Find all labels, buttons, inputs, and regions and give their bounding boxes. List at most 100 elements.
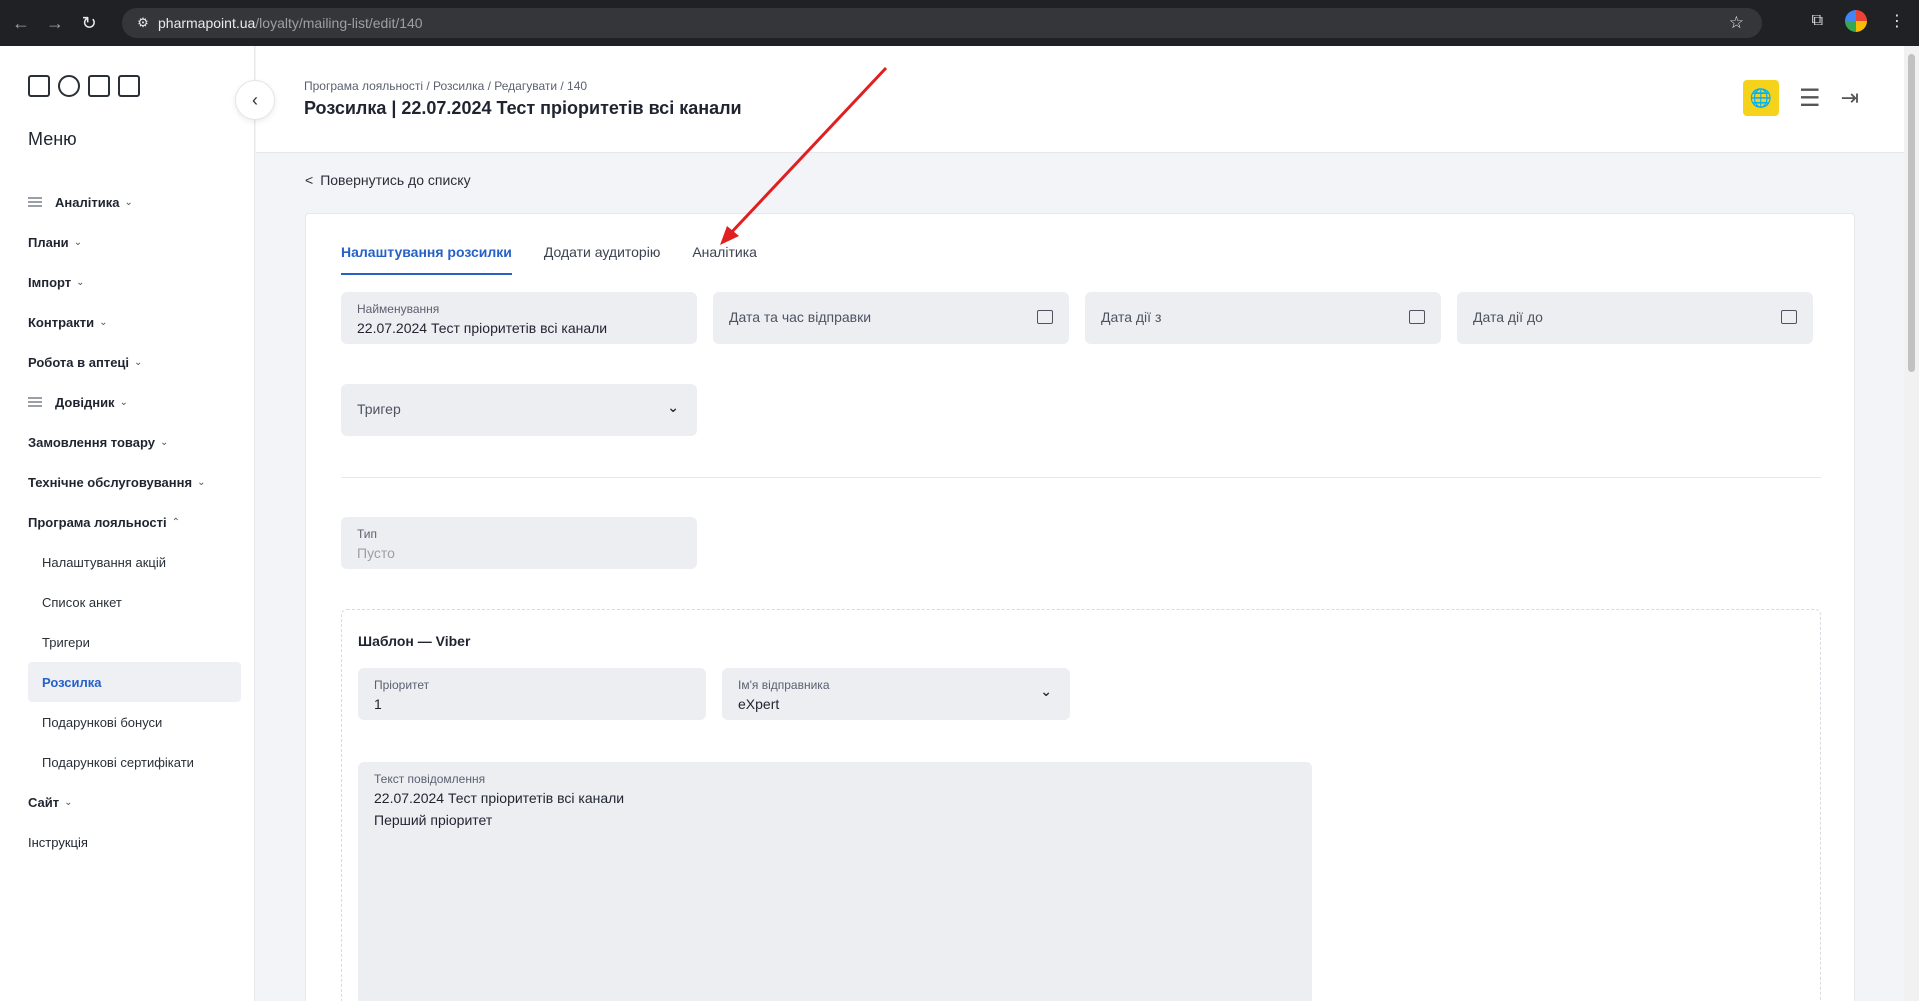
sidebar-item-surveys[interactable]: Список анкет	[0, 582, 255, 622]
tab-mailing-settings[interactable]: Налаштування розсилки	[341, 244, 512, 275]
sidebar-item-gift-certificates[interactable]: Подарункові сертифікати	[0, 742, 255, 782]
name-field-value: 22.07.2024 Тест пріоритетів всі канали	[357, 320, 608, 336]
scrollbar-thumb[interactable]	[1908, 54, 1915, 372]
sidebar-item-label: Програма лояльності	[28, 514, 167, 530]
calendar-icon[interactable]	[1409, 310, 1425, 324]
priority-field[interactable]: Пріоритет 1	[358, 668, 706, 720]
chevron-down-icon: ⌄	[197, 476, 206, 488]
document-icon[interactable]	[88, 75, 110, 97]
sidebar-item-instructions[interactable]: Інструкція	[0, 822, 255, 862]
sidebar-item-promo-settings[interactable]: Налаштування акцій	[0, 542, 255, 582]
sidebar-item-maintenance[interactable]: Технічне обслуговування ⌄	[0, 462, 255, 502]
calendar-icon[interactable]	[1781, 310, 1797, 324]
sidebar-item-contracts[interactable]: Контракти ⌄	[0, 302, 255, 342]
browser-menu-icon[interactable]: ⋮	[1889, 11, 1905, 31]
page-header: Програма лояльності / Розсилка / Редагув…	[256, 46, 1904, 153]
breadcrumb: Програма лояльності / Розсилка / Редагув…	[304, 79, 588, 93]
site-settings-icon[interactable]: ⚙	[128, 15, 158, 31]
sidebar-item-label: Список анкет	[42, 594, 122, 610]
tabs: Налаштування розсилки Додати аудиторію А…	[341, 244, 757, 275]
chevron-left-icon: ‹	[252, 89, 258, 110]
sidebar-item-label: Інструкція	[28, 834, 88, 850]
priority-value: 1	[374, 696, 382, 712]
globe-icon: 🌐	[1749, 87, 1773, 108]
sender-name-select[interactable]: Ім'я відправника eXpert ⌄	[722, 668, 1070, 720]
sender-name-value: eXpert	[738, 696, 780, 712]
chevron-down-icon: ⌄	[99, 316, 108, 328]
profile-avatar[interactable]	[1845, 10, 1867, 32]
sidebar-item-analytics[interactable]: Аналітика ⌄	[0, 182, 255, 222]
template-title: Шаблон — Viber	[358, 633, 471, 649]
chevron-down-icon: ⌄	[1040, 683, 1052, 699]
mailing-form-card: Налаштування розсилки Додати аудиторію А…	[305, 213, 1855, 1001]
reload-icon[interactable]: ↻	[76, 10, 102, 36]
logout-icon[interactable]: ⇥	[1841, 85, 1859, 111]
sidebar-item-gift-bonuses[interactable]: Подарункові бонуси	[0, 702, 255, 742]
valid-from-field[interactable]: Дата дії з	[1085, 292, 1441, 344]
type-field-label: Тип	[357, 527, 378, 541]
tab-analytics[interactable]: Аналітика	[692, 244, 757, 275]
sender-name-label: Ім'я відправника	[738, 678, 830, 692]
book-icon[interactable]	[118, 75, 140, 97]
sidebar-item-label: Робота в аптеці	[28, 354, 130, 370]
sidebar-item-label: Довідник	[55, 394, 115, 410]
back-arrow-icon[interactable]: ←	[8, 10, 34, 36]
chart-pie-icon[interactable]	[58, 75, 80, 97]
sidebar-item-label: Налаштування акцій	[42, 554, 166, 570]
name-field-label: Найменування	[357, 302, 440, 316]
sidebar-item-site[interactable]: Сайт ⌄	[0, 782, 255, 822]
browser-toolbar: ← → ↻ ⚙ pharmapoint.ua/loyalty/mailing-l…	[0, 0, 1919, 46]
chevron-up-icon: ⌃	[171, 516, 181, 528]
back-link-label: Повернутись до списку	[320, 172, 471, 188]
chevron-down-icon: ⌄	[64, 796, 73, 808]
sidebar-menu: Аналітика ⌄ Плани ⌄ Імпорт ⌄ Контракти ⌄ Роб…	[0, 182, 255, 862]
sidebar-item-label: Замовлення товару	[28, 434, 155, 450]
page-scrollbar[interactable]	[1904, 46, 1919, 1001]
message-text-field[interactable]: Текст повідомлення 22.07.2024 Тест пріор…	[358, 762, 1312, 1001]
bookmark-star-icon[interactable]: ☆	[1729, 13, 1744, 33]
store-icon[interactable]	[28, 75, 50, 97]
sidebar-item-import[interactable]: Імпорт ⌄	[0, 262, 255, 302]
forward-arrow-icon[interactable]: →	[42, 10, 68, 36]
app-switcher	[28, 75, 140, 97]
message-line: Перший пріоритет	[374, 812, 493, 828]
hamburger-menu-icon[interactable]: ☰	[1799, 84, 1821, 113]
collapse-sidebar-button[interactable]: ‹	[235, 80, 275, 120]
sidebar-item-plans[interactable]: Плани ⌄	[0, 222, 255, 262]
sidebar-item-label: Плани	[28, 234, 69, 250]
sidebar-item-triggers[interactable]: Тригери	[0, 622, 255, 662]
sidebar-item-label: Технічне обслуговування	[28, 474, 193, 490]
sidebar-item-label: Розсилка	[42, 674, 102, 690]
message-line: 22.07.2024 Тест пріоритетів всі канали	[374, 790, 625, 806]
language-button[interactable]: 🌐	[1743, 80, 1780, 116]
calendar-icon[interactable]	[1037, 310, 1053, 324]
valid-to-placeholder: Дата дії до	[1473, 309, 1543, 325]
back-to-list-link[interactable]: < Повернутись до списку	[305, 172, 471, 188]
chevron-down-icon: ⌄	[73, 236, 83, 248]
type-field[interactable]: Тип Пусто	[341, 517, 697, 569]
chevron-down-icon: ⌄	[119, 396, 128, 408]
sidebar-item-pharmacy-work[interactable]: Робота в аптеці ⌄	[0, 342, 255, 382]
sidebar-item-label: Сайт	[28, 794, 60, 810]
chevron-down-icon: ⌄	[134, 356, 143, 368]
sidebar-item-mailing[interactable]: Розсилка	[28, 662, 241, 702]
table-icon	[28, 197, 42, 207]
trigger-select[interactable]: Тригер ⌄	[341, 384, 697, 436]
send-datetime-placeholder: Дата та час відправки	[729, 309, 872, 325]
send-datetime-field[interactable]: Дата та час відправки	[713, 292, 1069, 344]
sidebar-item-loyalty[interactable]: Програма лояльності ⌃	[0, 502, 255, 542]
sidebar-item-directory[interactable]: Довідник ⌄	[0, 382, 255, 422]
name-field[interactable]: Найменування 22.07.2024 Тест пріоритетів…	[341, 292, 697, 344]
sidebar-item-orders[interactable]: Замовлення товару ⌄	[0, 422, 255, 462]
divider	[341, 477, 1821, 478]
chevron-down-icon: ⌄	[160, 436, 169, 448]
sidebar-item-label: Аналітика	[55, 194, 120, 210]
address-bar[interactable]: ⚙ pharmapoint.ua/loyalty/mailing-list/ed…	[122, 8, 1762, 38]
valid-to-field[interactable]: Дата дії до	[1457, 292, 1813, 344]
valid-from-placeholder: Дата дії з	[1101, 309, 1162, 325]
sidebar: Меню Аналітика ⌄ Плани ⌄ Імпорт ⌄ Контракти…	[0, 46, 255, 1001]
type-field-value: Пусто	[357, 545, 395, 561]
url-text: pharmapoint.ua/loyalty/mailing-list/edit…	[158, 15, 423, 31]
tab-add-audience[interactable]: Додати аудиторію	[544, 244, 660, 275]
extensions-icon[interactable]: ⧉	[1812, 12, 1823, 30]
